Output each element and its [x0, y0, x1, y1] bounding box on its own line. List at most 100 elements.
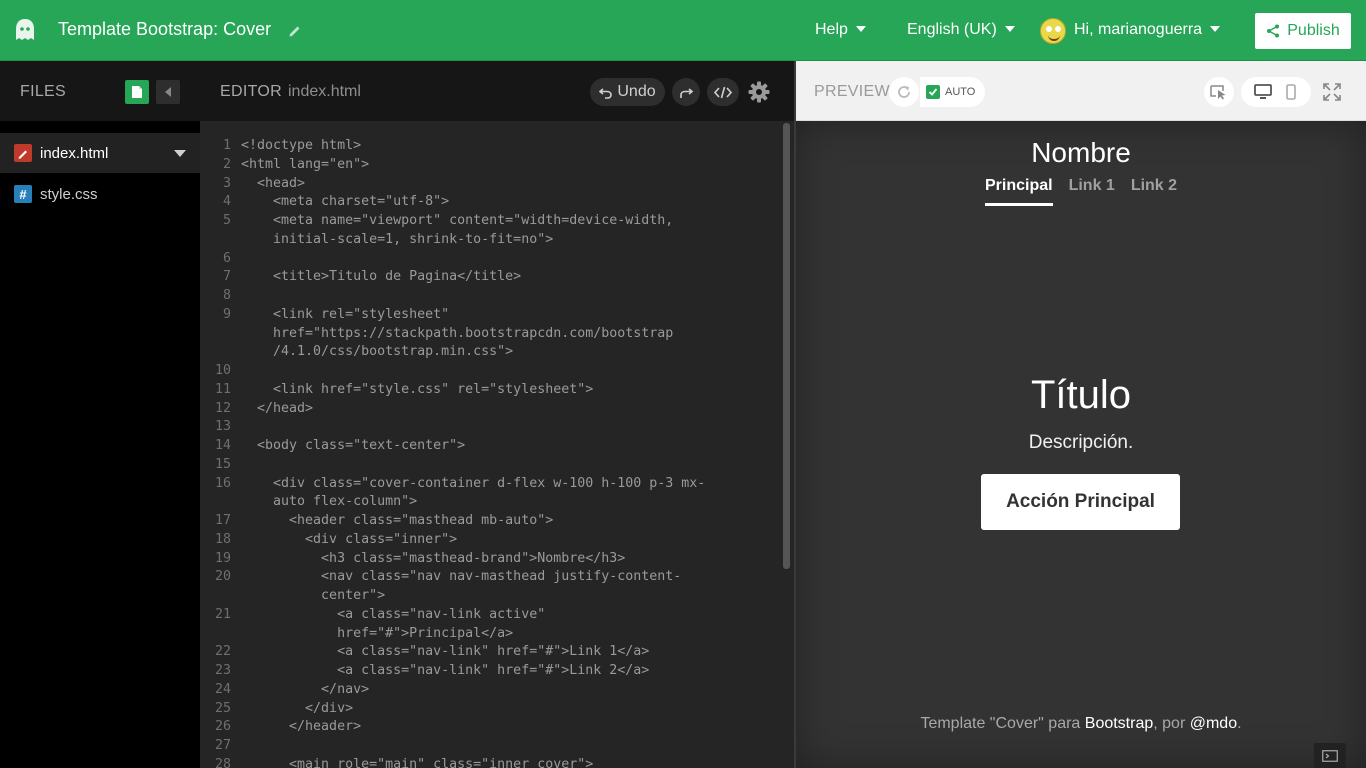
collapse-sidebar-button[interactable]: [156, 80, 180, 104]
files-label: FILES: [20, 83, 66, 100]
code-text: <!doctype html>: [241, 138, 362, 153]
mdo-link[interactable]: @mdo: [1190, 715, 1237, 732]
line-number: 19: [214, 550, 231, 566]
ghost-logo-icon[interactable]: [14, 18, 36, 44]
publish-label: Publish: [1287, 22, 1340, 39]
line-number: 22: [214, 644, 231, 660]
line-number: 8: [222, 288, 231, 303]
bootstrap-link[interactable]: Bootstrap: [1085, 715, 1153, 732]
line-number: 16: [214, 475, 231, 491]
line-number: 21: [214, 606, 231, 622]
user-menu-label: Hi, marianoguerra: [1074, 21, 1203, 38]
project-title: Template Bootstrap: Cover: [58, 19, 272, 39]
cover-title: Título: [1030, 373, 1132, 417]
file-item-style-css[interactable]: # style.css: [0, 174, 200, 214]
editor-scrollbar[interactable]: [783, 123, 790, 569]
html-file-icon: [14, 144, 32, 162]
nav-link-1[interactable]: Link 1: [1069, 177, 1115, 206]
file-name: style.css: [40, 185, 98, 203]
code-text: <title>Titulo de Pagina</title>: [241, 269, 522, 285]
help-menu[interactable]: Help: [815, 21, 866, 39]
code-line: 20 <nav class="nav nav-masthead justify-…: [200, 567, 780, 586]
settings-button[interactable]: [745, 78, 773, 106]
code-text: <meta name="viewport" content="width=dev…: [241, 213, 674, 228]
masthead-nav: Principal Link 1 Link 2: [985, 177, 1177, 206]
files-header: FILES: [0, 61, 200, 121]
code-line: 14 <body class="text-center">: [200, 436, 780, 455]
line-number: 23: [214, 663, 231, 678]
line-number: 25: [214, 700, 231, 716]
code-line: auto flex-column">: [200, 492, 780, 511]
line-number: 11: [214, 381, 231, 397]
desktop-icon: [1254, 84, 1272, 99]
code-text: <link href="style.css" rel="stylesheet">: [241, 381, 594, 397]
user-menu[interactable]: Hi, marianoguerra: [1074, 21, 1221, 39]
inspect-button[interactable]: [1204, 77, 1234, 107]
main-action-button[interactable]: Acción Principal: [981, 474, 1180, 530]
line-number: 4: [222, 194, 231, 210]
inspect-cursor-icon: [1210, 84, 1226, 99]
masthead-brand: Nombre: [1031, 137, 1131, 168]
auto-refresh-toggle[interactable]: AUTO: [920, 77, 985, 107]
code-line: 1 <!doctype html>: [200, 136, 780, 155]
mobile-view-button[interactable]: [1276, 77, 1306, 107]
chevron-down-icon: [1210, 25, 1221, 32]
expand-icon: [1323, 83, 1341, 101]
undo-icon: [599, 87, 613, 99]
code-text: center">: [241, 588, 386, 603]
code-text: <h3 class="masthead-brand">Nombre</h3>: [241, 550, 626, 566]
code-line: 8: [200, 286, 780, 305]
code-line: href="https://stackpath.bootstrapcdn.com…: [200, 324, 780, 343]
new-file-button[interactable]: [125, 80, 149, 104]
refresh-icon: [898, 86, 910, 98]
code-line: 23 <a class="nav-link" href="#">Link 2</…: [200, 661, 780, 680]
user-avatar[interactable]: [1040, 18, 1066, 44]
chevron-down-icon[interactable]: [174, 150, 186, 157]
nav-link-principal[interactable]: Principal: [985, 177, 1053, 206]
language-menu[interactable]: English (UK): [907, 21, 1015, 39]
chevron-down-icon: [1004, 25, 1015, 32]
console-toggle-button[interactable]: [1314, 743, 1346, 768]
files-sidebar: FILES index.html # style.css: [0, 61, 200, 768]
edit-pencil-icon[interactable]: [288, 24, 302, 38]
format-code-button[interactable]: [707, 78, 739, 106]
file-item-index-html[interactable]: index.html: [0, 133, 200, 173]
line-number: 14: [214, 438, 231, 453]
code-text: <header class="masthead mb-auto">: [241, 513, 554, 528]
code-line: 17 <header class="masthead mb-auto">: [200, 511, 780, 530]
code-line: 27: [200, 736, 780, 755]
gear-icon: [748, 81, 770, 103]
code-line: 12 </head>: [200, 399, 780, 418]
file-name: index.html: [40, 144, 109, 162]
footer-text: .: [1237, 715, 1242, 732]
new-file-icon: [132, 86, 142, 98]
line-number: 20: [214, 569, 231, 585]
code-line: 28 <main role="main" class="inner cover"…: [200, 755, 780, 768]
code-editor[interactable]: 1 <!doctype html> 2 <html lang="en"> 3 <head…: [200, 121, 780, 768]
preview-label: PREVIEW: [814, 83, 890, 100]
fullscreen-button[interactable]: [1317, 77, 1347, 107]
undo-button[interactable]: Undo: [590, 78, 665, 106]
code-text: </div>: [241, 700, 354, 716]
nav-link-2[interactable]: Link 2: [1131, 177, 1177, 206]
desktop-view-button[interactable]: [1248, 77, 1278, 107]
line-number: 3: [222, 175, 231, 191]
code-line: 2 <html lang="en">: [200, 155, 780, 174]
code-line: href="#">Principal</a>: [200, 624, 780, 643]
preview-panel: PREVIEW AUTO Nombre Principal Link 1 Lin…: [796, 61, 1366, 768]
redo-button[interactable]: [672, 78, 700, 106]
code-text: <nav class="nav nav-masthead justify-con…: [241, 569, 682, 585]
redo-icon: [679, 87, 693, 98]
refresh-button[interactable]: [889, 77, 919, 107]
line-number: 24: [214, 681, 231, 697]
line-number: 28: [214, 756, 231, 768]
line-number: 7: [222, 269, 231, 285]
cover-description: Descripción.: [1028, 432, 1134, 453]
line-number: 26: [214, 719, 231, 735]
code-line: 21 <a class="nav-link active": [200, 605, 780, 624]
code-line: 5 <meta name="viewport" content="width=d…: [200, 211, 780, 230]
publish-button[interactable]: Publish: [1255, 13, 1351, 49]
code-line: 7 <title>Titulo de Pagina</title>: [200, 267, 780, 286]
code-line: 16 <div class="cover-container d-flex w-…: [200, 474, 780, 493]
code-line: 24 </nav>: [200, 680, 780, 699]
